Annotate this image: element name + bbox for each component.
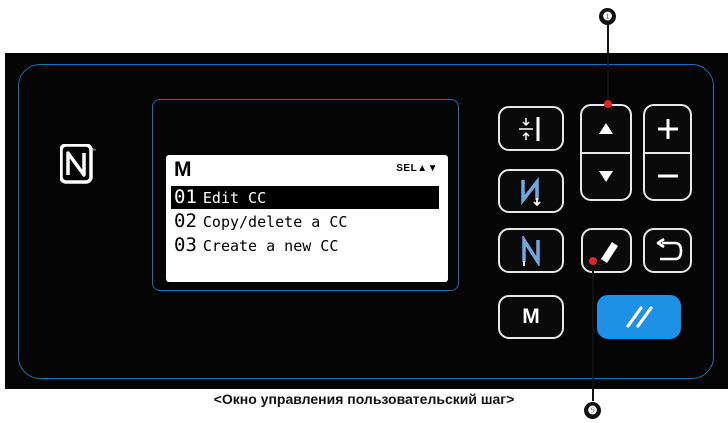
return-icon [656,237,682,260]
thread-trimmer-icon [521,176,541,206]
menu-item-copy-delete-cc[interactable]: 02 Copy/delete a CC [171,210,439,233]
up-down-button[interactable] [580,104,632,201]
callout-line-1 [607,23,609,104]
mode-m-button[interactable]: M [498,295,564,339]
thread-tension-icon [519,116,540,141]
reset-icon [626,306,653,328]
down-button[interactable] [582,154,630,200]
menu-item-label: Edit CC [202,189,267,207]
callout-line-5 [592,261,594,401]
needle-stop-button[interactable] [498,228,564,273]
menu-item-number: 03 [174,234,197,256]
menu-item-label: Copy/delete a CC [202,213,348,231]
edit-button[interactable] [581,228,632,273]
nfc-icon: ™ [60,144,96,184]
plus-icon [657,118,678,139]
return-button[interactable] [643,228,692,273]
svg-text:™: ™ [91,148,96,154]
minus-button[interactable] [645,154,690,200]
menu-item-label: Create a new CC [202,237,339,255]
menu-item-edit-cc[interactable]: 01 Edit CC [171,186,439,209]
thread-tension-button[interactable] [498,106,564,151]
plus-minus-button[interactable] [643,104,692,201]
menu-item-number: 01 [174,186,197,208]
arrow-up-icon [599,123,613,135]
needle-stop-icon [522,235,540,266]
lcd-mode-letter: M [174,158,192,181]
lcd-select-indicator: SEL▲▼ [396,163,438,174]
callout-dot-5 [589,257,597,265]
callout-dot-1 [604,100,612,108]
reset-button[interactable] [597,295,681,339]
up-button[interactable] [582,106,630,152]
arrow-down-icon [599,170,613,182]
minus-icon [657,174,678,178]
lcd-screen: M SEL▲▼ 01 Edit CC 02 Copy/delete a CC 03 C… [166,155,448,282]
thread-trimmer-button[interactable] [498,169,564,213]
figure-caption: <Окно управления пользовательский шаг> [213,391,515,407]
plus-button[interactable] [645,106,690,152]
mode-m-label: M [522,305,540,328]
menu-item-create-new-cc[interactable]: 03 Create a new CC [171,234,439,257]
menu-item-number: 02 [174,210,197,232]
callout-badge-1: ❶ [599,8,616,25]
